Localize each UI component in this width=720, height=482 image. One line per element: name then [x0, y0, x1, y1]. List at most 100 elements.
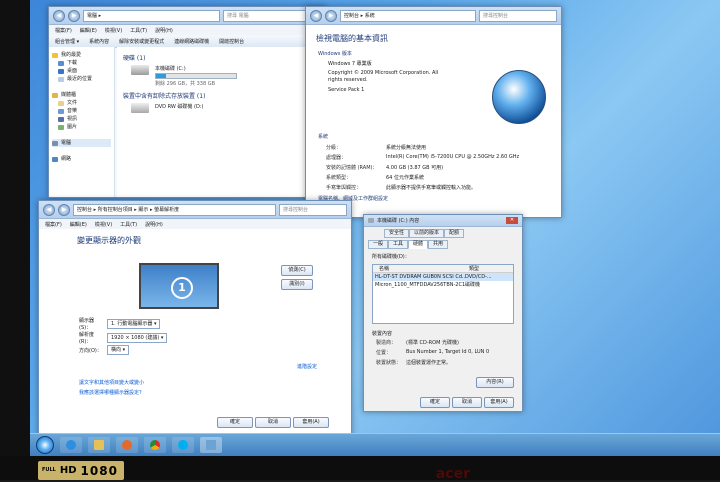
- ok-button[interactable]: 確定: [217, 417, 253, 428]
- resolution-select[interactable]: 1920 × 1080 (建議) ▾: [107, 333, 168, 343]
- nav-desktop[interactable]: 桌面: [52, 67, 111, 75]
- open-control-panel-button[interactable]: 開啟控制台: [219, 38, 244, 45]
- taskbar-explorer[interactable]: [88, 437, 110, 453]
- drive-c-usage-bar: [155, 73, 237, 79]
- back-icon[interactable]: ◀: [43, 203, 55, 216]
- system-properties-button[interactable]: 系統內容: [89, 38, 109, 45]
- star-icon: [52, 52, 58, 58]
- nav-downloads[interactable]: 下載: [52, 59, 111, 67]
- apply-button[interactable]: 套用(A): [293, 417, 329, 428]
- back-icon[interactable]: ◀: [310, 9, 322, 22]
- drive-c[interactable]: 本機磁碟 (C:) 剩餘 296 GB，共 338 GB: [131, 65, 319, 87]
- explorer-address-bar[interactable]: 電腦 ▸: [83, 9, 220, 22]
- system-row-rating: 分級： 系統分級無法使用: [326, 145, 427, 151]
- taskbar-chrome[interactable]: [144, 437, 166, 453]
- detail-status: 裝置狀態： 這個裝置運作正常。: [376, 360, 452, 366]
- menu-edit[interactable]: 編輯(E): [80, 27, 97, 34]
- edition-value: Windows 7 專業版: [328, 61, 372, 67]
- device-name: HL-DT-ST DVDRAM GUB0N SCSI Cd...: [375, 274, 465, 280]
- start-button[interactable]: [36, 436, 54, 454]
- organize-button[interactable]: 組合管理 ▾: [55, 38, 79, 45]
- desktop-icon: [58, 68, 64, 74]
- tab-sharing[interactable]: 共用: [428, 240, 449, 249]
- device-row[interactable]: HL-DT-ST DVDRAM GUB0N SCSI Cd... DVD/CD-…: [373, 273, 513, 281]
- taskbar-media-player[interactable]: [116, 437, 138, 453]
- taskbar-control-panel[interactable]: [200, 437, 222, 453]
- explorer-window: ◀ ▶ 電腦 ▸ 搜尋 電腦 檔案(F) 編輯(E) 檢視(V) 工具(T) 說…: [48, 6, 326, 198]
- tab-tools[interactable]: 工具: [388, 240, 409, 249]
- forward-icon[interactable]: ▶: [68, 9, 80, 22]
- column-name[interactable]: 名稱: [373, 265, 469, 272]
- system-search-input[interactable]: 搜尋控制台: [479, 9, 557, 22]
- display-address-bar[interactable]: 控制台 ▸ 所有控制台項目 ▸ 顯示 ▸ 螢幕解析度: [73, 203, 276, 216]
- menu-file[interactable]: 檔案(F): [45, 221, 62, 228]
- removable-section-header[interactable]: 裝置中含有卸除式存放裝置 (1): [123, 91, 319, 100]
- nav-pictures[interactable]: 圖片: [52, 123, 111, 131]
- music-icon: [58, 108, 64, 114]
- device-row[interactable]: Micron_1100_MTFDDAV256TBN-2C1... 磁碟機: [373, 281, 513, 289]
- tab-general[interactable]: 一般: [368, 240, 389, 249]
- drive-d[interactable]: DVD RW 磁碟機 (D:): [131, 103, 319, 113]
- menu-file[interactable]: 檔案(F): [55, 27, 72, 34]
- identify-button[interactable]: 識別(I): [281, 279, 313, 290]
- tab-previous-versions[interactable]: 以前的版本: [409, 229, 445, 238]
- display-select[interactable]: 1. 行動電腦顯示器 ▾: [107, 319, 161, 329]
- device-properties-button[interactable]: 內容(R): [476, 377, 514, 388]
- taskbar-skype[interactable]: [172, 437, 194, 453]
- back-icon[interactable]: ◀: [53, 9, 65, 22]
- uninstall-program-button[interactable]: 解除安裝或變更程式: [119, 38, 164, 45]
- text-size-link[interactable]: 讓文字和其他項目變大或變小: [79, 379, 144, 386]
- tab-hardware[interactable]: 硬體: [408, 240, 429, 249]
- menu-view[interactable]: 檢視(V): [105, 27, 122, 34]
- monitor-preview[interactable]: 1: [139, 263, 219, 309]
- hdd-section-header[interactable]: 硬碟 (1): [123, 53, 319, 62]
- nav-videos[interactable]: 視訊: [52, 115, 111, 123]
- computer-icon: [52, 140, 58, 146]
- all-drives-label: 所有磁碟機(D)：: [372, 254, 410, 260]
- nav-favorites[interactable]: 我的最愛: [52, 51, 111, 59]
- map-network-drive-button[interactable]: 連線網路磁碟機: [174, 38, 209, 45]
- advanced-settings-link[interactable]: 進階設定: [297, 363, 317, 370]
- menu-view[interactable]: 檢視(V): [95, 221, 112, 228]
- nav-music[interactable]: 音樂: [52, 107, 111, 115]
- taskbar-ie[interactable]: [60, 437, 82, 453]
- nav-documents[interactable]: 文件: [52, 99, 111, 107]
- apply-button[interactable]: 套用(A): [484, 397, 514, 408]
- system-row-processor: 處理器： Intel(R) Core(TM) i5-7200U CPU @ 2.5…: [326, 154, 520, 161]
- cancel-button[interactable]: 取消: [255, 417, 291, 428]
- dvd-drive-icon: [131, 103, 149, 113]
- videos-icon: [58, 116, 64, 122]
- cancel-button[interactable]: 取消: [452, 397, 482, 408]
- display-row: 顯示器(S)： 1. 行動電腦顯示器 ▾: [79, 317, 161, 331]
- ok-button[interactable]: 確定: [420, 397, 450, 408]
- nav-computer[interactable]: 電腦: [52, 139, 111, 147]
- display-window: ◀ ▶ 控制台 ▸ 所有控制台項目 ▸ 顯示 ▸ 螢幕解析度 搜尋控制台 檔案(…: [38, 200, 352, 438]
- nav-network[interactable]: 網路: [52, 155, 111, 163]
- system-label: 系統: [318, 134, 329, 140]
- copyright-text: Copyright © 2009 Microsoft Corporation. …: [328, 70, 439, 83]
- forward-icon[interactable]: ▶: [58, 203, 70, 216]
- nav-libraries[interactable]: 媒體櫃: [52, 91, 111, 99]
- menu-help[interactable]: 說明(H): [145, 221, 163, 228]
- orientation-select[interactable]: 橫向 ▾: [107, 345, 130, 355]
- display-help-link[interactable]: 我應該選擇哪種顯示器設定?: [79, 389, 142, 396]
- close-icon[interactable]: ✕: [506, 217, 518, 224]
- detect-button[interactable]: 偵測(C): [281, 265, 313, 276]
- menu-tools[interactable]: 工具(T): [130, 27, 147, 34]
- nav-recent[interactable]: 最近的位置: [52, 75, 111, 83]
- menu-help[interactable]: 說明(H): [155, 27, 173, 34]
- explorer-menubar: 檔案(F) 編輯(E) 檢視(V) 工具(T) 說明(H): [49, 25, 325, 35]
- system-address-bar[interactable]: 控制台 ▸ 系統: [340, 9, 476, 22]
- properties-tabs-top: 安全性 以前的版本 配額: [384, 229, 518, 238]
- system-row-pen: 手寫筆與觸控： 此顯示器不提供手寫筆或觸控輸入功能。: [326, 185, 477, 191]
- tab-quota[interactable]: 配額: [444, 229, 465, 238]
- forward-icon[interactable]: ▶: [325, 9, 337, 22]
- tab-security[interactable]: 安全性: [384, 229, 410, 238]
- menu-tools[interactable]: 工具(T): [120, 221, 137, 228]
- menu-edit[interactable]: 編輯(E): [70, 221, 87, 228]
- column-type[interactable]: 類型: [469, 265, 479, 272]
- libraries-icon: [52, 92, 58, 98]
- display-search-input[interactable]: 搜尋控制台: [279, 203, 347, 216]
- properties-title: 本機磁碟 (C:) 內容: [377, 218, 420, 224]
